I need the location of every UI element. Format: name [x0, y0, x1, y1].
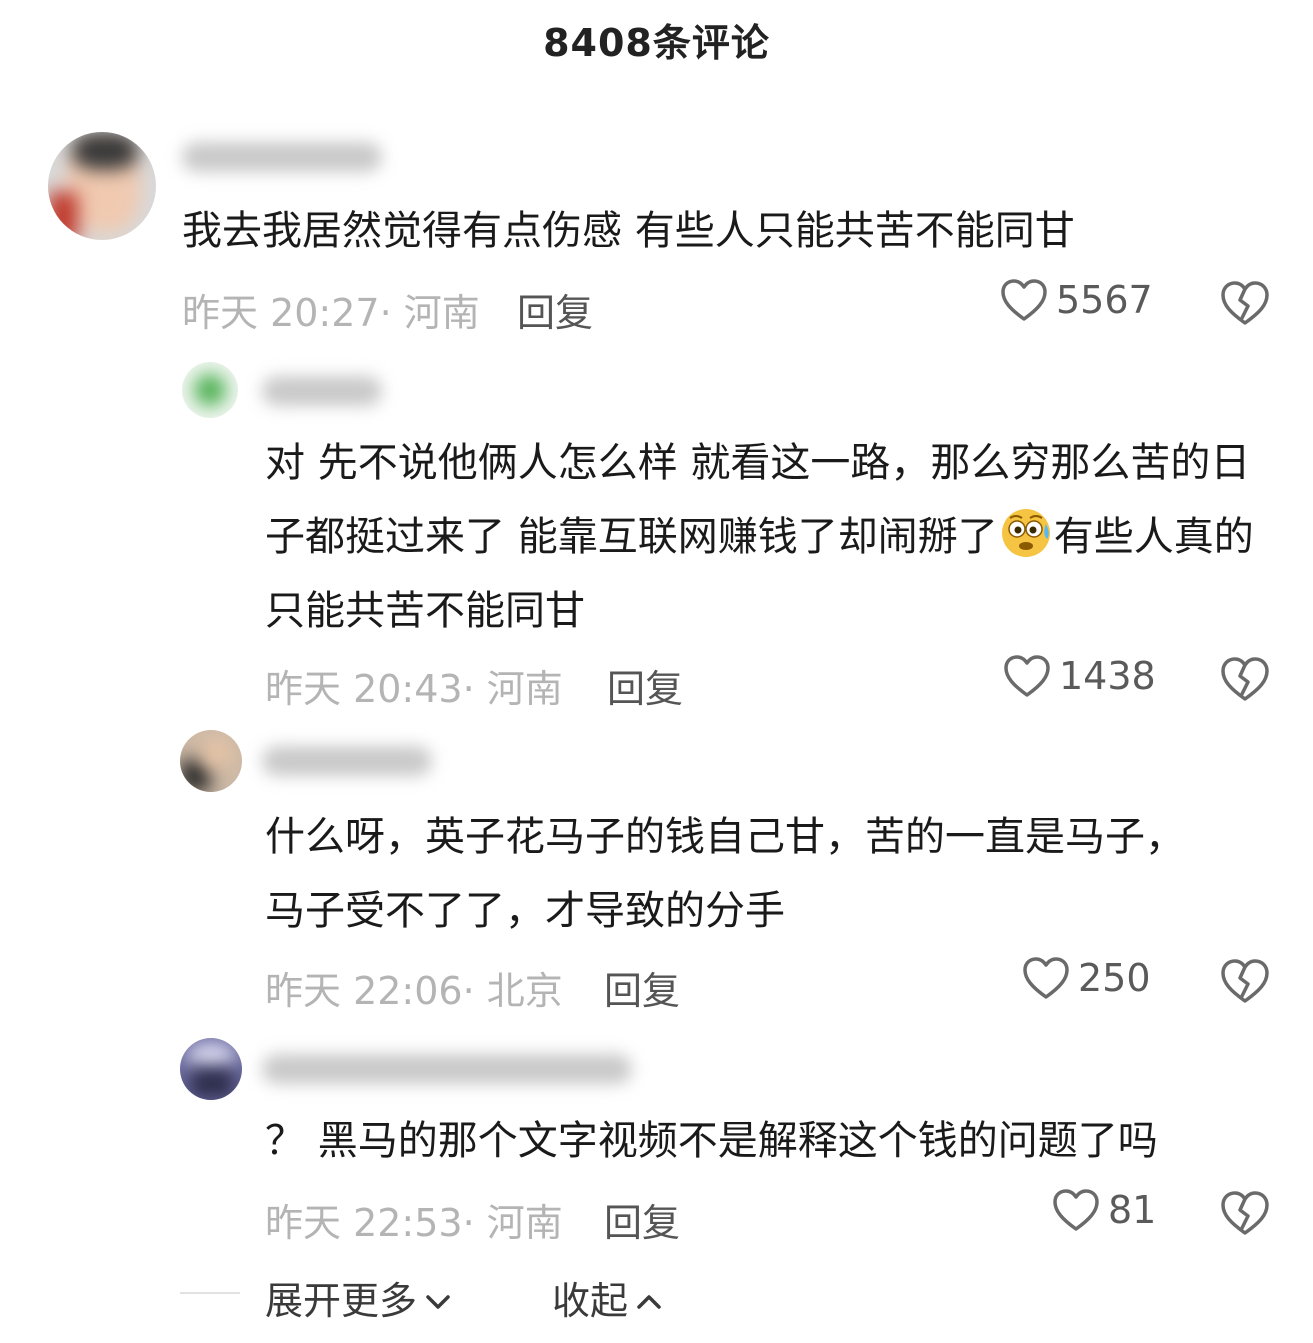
- avatar[interactable]: [180, 730, 242, 792]
- reply-button[interactable]: 回复: [604, 960, 680, 1015]
- reply-button[interactable]: 回复: [604, 1192, 680, 1247]
- like-count: 1438: [1059, 654, 1156, 698]
- like-count: 5567: [1056, 278, 1153, 322]
- heart-outline-icon: [1052, 1188, 1100, 1232]
- dislike-button[interactable]: [1220, 1190, 1270, 1236]
- reply-button[interactable]: 回复: [517, 282, 593, 337]
- like-button[interactable]: 1438: [1003, 654, 1156, 698]
- divider: [180, 1292, 240, 1294]
- like-button[interactable]: 5567: [1000, 278, 1153, 322]
- comment-meta: 昨天 22:06· 北京: [265, 969, 563, 1013]
- avatar[interactable]: [182, 362, 238, 418]
- dislike-button[interactable]: [1220, 958, 1270, 1004]
- collapse-label: 收起: [552, 1279, 629, 1323]
- username-blurred[interactable]: [262, 376, 382, 406]
- comment-location: 河南: [403, 291, 480, 335]
- broken-heart-icon: [1220, 1190, 1270, 1236]
- avatar[interactable]: [180, 1038, 242, 1100]
- comment-location: 河南: [486, 1201, 563, 1245]
- comment-text: ？ 黑马的那个文字视频不是解释这个钱的问题了吗: [265, 1118, 1158, 1164]
- expand-more-button[interactable]: 展开更多: [265, 1270, 451, 1325]
- like-button[interactable]: 250: [1022, 956, 1151, 1000]
- comment-count-title: 8408条评论: [543, 21, 770, 65]
- dislike-button[interactable]: [1220, 656, 1270, 702]
- comment-time: 昨天 20:27: [182, 291, 380, 335]
- chevron-up-icon: [636, 1276, 662, 1320]
- comment-meta: 昨天 22:53· 河南: [265, 1201, 563, 1245]
- like-count: 250: [1078, 956, 1151, 1000]
- comment-time: 昨天 22:53: [265, 1201, 463, 1245]
- comment-location: 河南: [486, 667, 563, 711]
- broken-heart-icon: [1220, 656, 1270, 702]
- comment-text: 对 先不说他俩人怎么样 就看这一路，那么穷那么苦的日子都挺过来了 能靠互联网赚钱…: [265, 440, 1254, 634]
- like-button[interactable]: 81: [1052, 1188, 1156, 1232]
- comment-text: 什么呀，英子花马子的钱自己甘，苦的一直是马子，马子受不了了，才导致的分手: [265, 814, 1185, 934]
- comment-text: 我去我居然觉得有点伤感 有些人只能共苦不能同甘: [182, 208, 1075, 254]
- collapse-button[interactable]: 收起: [552, 1270, 662, 1325]
- dislike-button[interactable]: [1220, 280, 1270, 326]
- username-blurred[interactable]: [182, 142, 382, 172]
- comment-time: 昨天 22:06: [265, 969, 463, 1013]
- heart-outline-icon: [1003, 654, 1051, 698]
- username-blurred[interactable]: [262, 746, 432, 776]
- comment-location: 北京: [486, 969, 563, 1013]
- sweat-face-emoji: [998, 504, 1054, 560]
- comment-meta: 昨天 20:27· 河南: [182, 291, 480, 335]
- comment-time: 昨天 20:43: [265, 667, 463, 711]
- reply-button[interactable]: 回复: [607, 658, 683, 713]
- expand-more-label: 展开更多: [265, 1279, 418, 1323]
- heart-outline-icon: [1022, 956, 1070, 1000]
- chevron-down-icon: [425, 1276, 451, 1320]
- like-count: 81: [1108, 1188, 1157, 1232]
- comment-meta: 昨天 20:43· 河南: [265, 667, 563, 711]
- username-blurred[interactable]: [262, 1054, 632, 1084]
- avatar[interactable]: [48, 132, 156, 240]
- heart-outline-icon: [1000, 278, 1048, 322]
- broken-heart-icon: [1220, 280, 1270, 326]
- broken-heart-icon: [1220, 958, 1270, 1004]
